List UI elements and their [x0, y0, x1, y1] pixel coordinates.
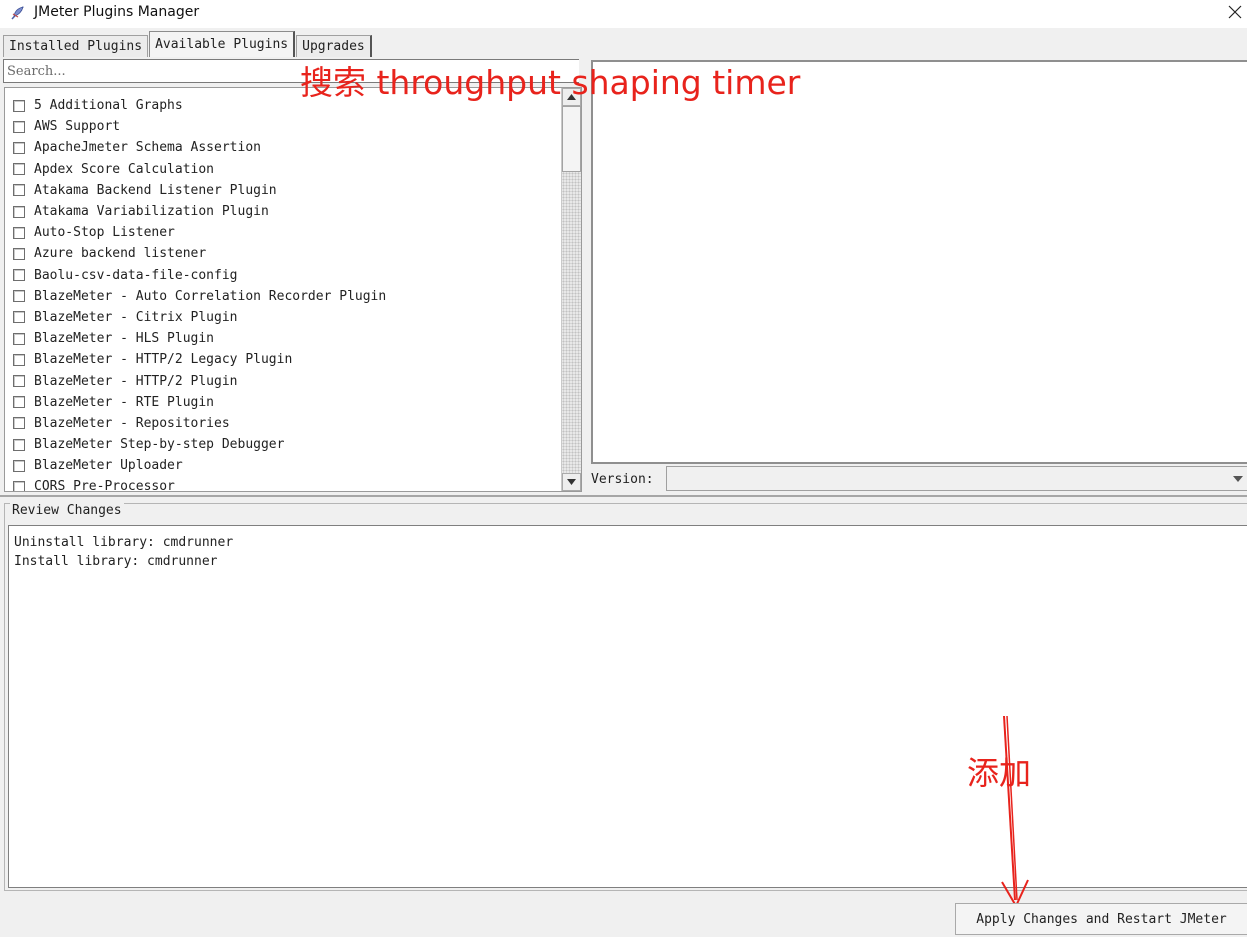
plugin-name: BlazeMeter - RTE Plugin [34, 394, 215, 410]
annotation-search-hint: 搜索 throughput shaping timer [300, 63, 801, 102]
plugin-checkbox[interactable] [13, 290, 25, 303]
plugin-list-item[interactable]: ApacheJmeter Schema Assertion [13, 137, 386, 158]
version-label: Version: [591, 471, 654, 487]
plugin-list-item[interactable]: BlazeMeter - HTTP/2 Legacy Plugin [13, 349, 386, 370]
plugin-checkbox[interactable] [13, 459, 25, 472]
plugin-name: Auto-Stop Listener [34, 225, 175, 241]
plugin-name: BlazeMeter Uploader [34, 458, 183, 474]
plugin-name: Azure backend listener [34, 246, 207, 262]
plugin-list-item[interactable]: BlazeMeter - HLS Plugin [13, 328, 386, 349]
tab-installed-plugins[interactable]: Installed Plugins [3, 35, 149, 57]
plugin-list-item[interactable]: BlazeMeter Step-by-step Debugger [13, 434, 386, 455]
scroll-thumb[interactable] [562, 106, 581, 172]
plugin-checkbox[interactable] [13, 226, 25, 239]
plugin-checkbox[interactable] [13, 99, 25, 112]
window-title: JMeter Plugins Manager [34, 4, 200, 20]
review-changes-group: Review Changes Uninstall library: cmdrun… [4, 503, 1247, 891]
plugin-checkbox[interactable] [13, 163, 25, 176]
plugin-list-item[interactable]: CORS Pre-Processor [13, 476, 386, 492]
plugin-name: Atakama Variabilization Plugin [34, 204, 269, 220]
plugin-list-item[interactable]: Azure backend listener [13, 243, 386, 264]
plugin-checkbox[interactable] [13, 311, 25, 324]
tab-upgrades[interactable]: Upgrades [296, 35, 372, 57]
plugin-checkbox[interactable] [13, 375, 25, 388]
split-divider[interactable] [0, 495, 1247, 497]
feather-icon [11, 6, 24, 20]
plugin-checkbox[interactable] [13, 205, 25, 218]
plugin-checkbox[interactable] [13, 417, 25, 430]
plugin-list-item[interactable]: BlazeMeter - HTTP/2 Plugin [13, 370, 386, 391]
plugin-name: 5 Additional Graphs [34, 98, 183, 114]
plugin-checkbox[interactable] [13, 396, 25, 409]
vertical-scrollbar[interactable] [561, 88, 581, 491]
version-row: Version: [591, 466, 1247, 492]
tab-available-plugins[interactable]: Available Plugins [149, 31, 296, 57]
plugin-name: BlazeMeter Step-by-step Debugger [34, 437, 285, 453]
plugin-name: BlazeMeter - HTTP/2 Legacy Plugin [34, 352, 293, 368]
tab-label: Installed Plugins [9, 39, 143, 54]
plugin-name: BlazeMeter - HTTP/2 Plugin [34, 373, 238, 389]
tab-label: Available Plugins [155, 37, 289, 52]
plugin-name: Apdex Score Calculation [34, 161, 215, 177]
plugin-checkbox[interactable] [13, 438, 25, 451]
plugin-list: 5 Additional Graphs AWS Support ApacheJmet… [4, 87, 582, 492]
plugin-checkbox[interactable] [13, 120, 25, 133]
plugin-checkbox[interactable] [13, 480, 25, 491]
plugin-name: BlazeMeter - Citrix Plugin [34, 309, 238, 325]
plugin-items: 5 Additional Graphs AWS Support ApacheJmet… [13, 95, 386, 492]
plugin-name: BlazeMeter - HLS Plugin [34, 331, 215, 347]
plugin-checkbox[interactable] [13, 247, 25, 260]
plugin-list-item[interactable]: Atakama Variabilization Plugin [13, 201, 386, 222]
chevron-down-icon [1233, 476, 1243, 482]
title-bar: JMeter Plugins Manager [0, 0, 1247, 28]
plugin-name: CORS Pre-Processor [34, 479, 175, 492]
close-icon [1228, 5, 1242, 19]
review-line: Install library: cmdrunner [14, 554, 218, 569]
plugin-checkbox[interactable] [13, 353, 25, 366]
plugin-list-item[interactable]: BlazeMeter - Repositories [13, 413, 386, 434]
plugin-list-panel: 5 Additional Graphs AWS Support ApacheJmet… [2, 58, 582, 492]
review-line: Uninstall library: cmdrunner [14, 535, 234, 550]
version-select[interactable] [666, 466, 1247, 491]
plugin-list-item[interactable]: Atakama Backend Listener Plugin [13, 180, 386, 201]
plugin-list-item[interactable]: AWS Support [13, 116, 386, 137]
apply-changes-button[interactable]: Apply Changes and Restart JMeter [955, 903, 1247, 935]
plugin-details-area [591, 60, 1247, 464]
plugin-list-item[interactable]: Baolu-csv-data-file-config [13, 265, 386, 286]
plugin-name: BlazeMeter - Repositories [34, 415, 230, 431]
plugin-checkbox[interactable] [13, 269, 25, 282]
plugin-checkbox[interactable] [13, 184, 25, 197]
close-button[interactable] [1223, 0, 1247, 24]
scroll-down-button[interactable] [562, 473, 581, 491]
red-arrow-annotation [1001, 715, 1029, 909]
apply-changes-label: Apply Changes and Restart JMeter [976, 911, 1227, 927]
review-changes-title: Review Changes [10, 503, 124, 518]
plugin-checkbox[interactable] [13, 141, 25, 154]
plugin-name: Baolu-csv-data-file-config [34, 267, 238, 283]
tab-bar: Installed Plugins Available Plugins Upgr… [3, 31, 373, 57]
plugin-name: ApacheJmeter Schema Assertion [34, 140, 261, 156]
plugin-list-item[interactable]: BlazeMeter - RTE Plugin [13, 392, 386, 413]
plugin-checkbox[interactable] [13, 332, 25, 345]
plugin-name: AWS Support [34, 119, 121, 135]
review-changes-text[interactable]: Uninstall library: cmdrunner Install lib… [8, 525, 1247, 888]
plugin-list-item[interactable]: BlazeMeter Uploader [13, 455, 386, 476]
plugin-name: Atakama Backend Listener Plugin [34, 182, 277, 198]
plugin-list-item[interactable]: Apdex Score Calculation [13, 159, 386, 180]
plugin-name: BlazeMeter - Auto Correlation Recorder P… [34, 288, 387, 304]
tab-label: Upgrades [302, 39, 365, 54]
plugin-list-item[interactable]: Auto-Stop Listener [13, 222, 386, 243]
arrow-down-icon [567, 479, 576, 485]
plugin-list-item[interactable]: BlazeMeter - Citrix Plugin [13, 307, 386, 328]
plugin-list-item[interactable]: BlazeMeter - Auto Correlation Recorder P… [13, 286, 386, 307]
